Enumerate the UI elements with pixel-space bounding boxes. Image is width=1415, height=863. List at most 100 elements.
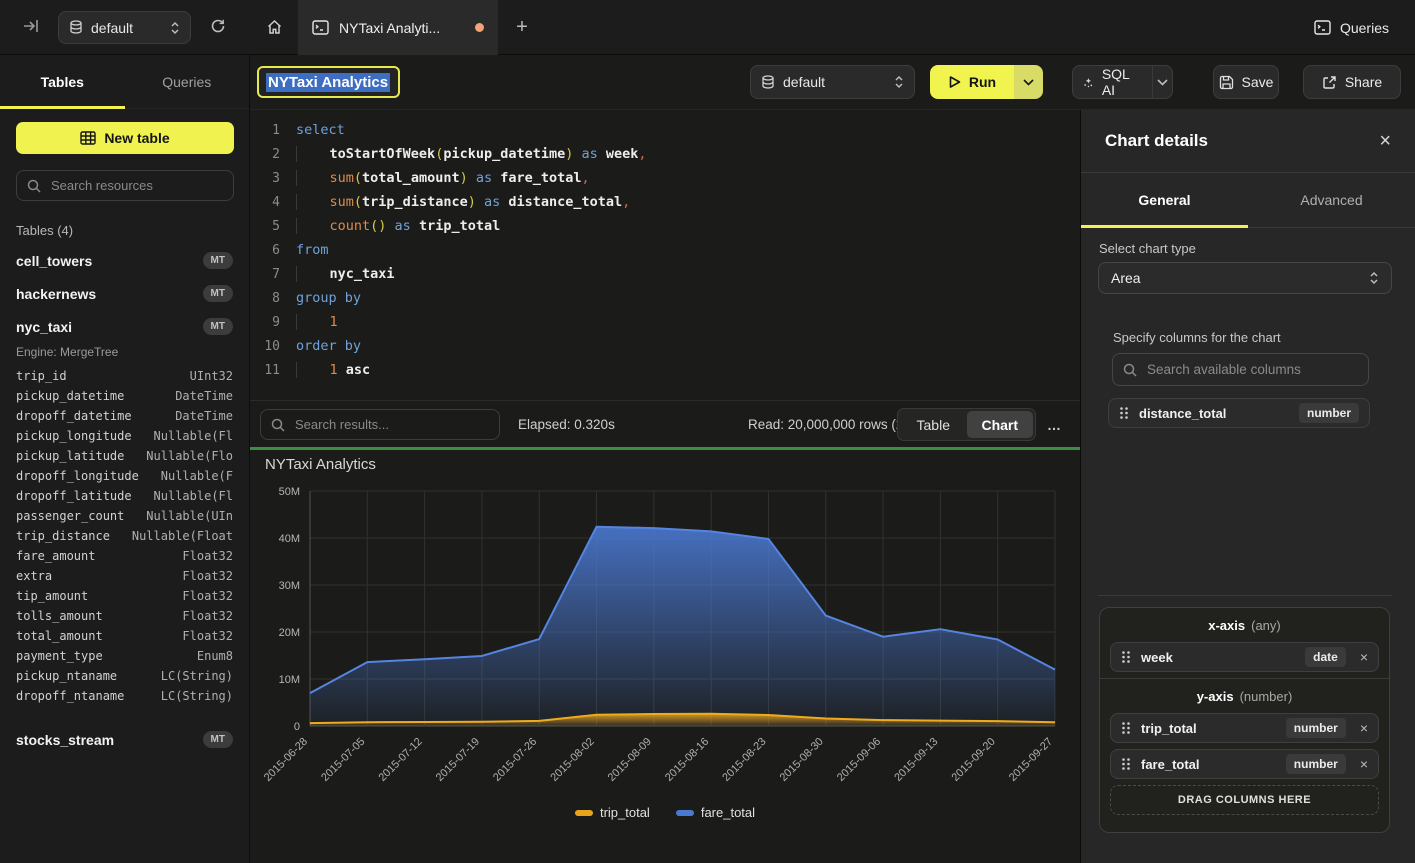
sql-ai-caret[interactable]: [1152, 66, 1173, 98]
query-title-input[interactable]: NYTaxi Analytics: [257, 66, 400, 98]
code-text: select: [296, 122, 345, 138]
line-number: 2: [250, 147, 296, 162]
table-item-cell_towers[interactable]: cell_towersMT: [16, 244, 233, 277]
chevron-down-icon: [1023, 79, 1034, 86]
column-type: DateTime: [175, 389, 233, 409]
table-item-hackernews[interactable]: hackernewsMT: [16, 277, 233, 310]
sidebar-search-input[interactable]: [49, 177, 223, 194]
chip-column-name: distance_total: [1139, 406, 1289, 421]
drop-zone[interactable]: DRAG COLUMNS HERE: [1110, 785, 1379, 815]
remove-column-icon[interactable]: ×: [1356, 649, 1368, 665]
tab-advanced[interactable]: Advanced: [1248, 173, 1415, 227]
save-button[interactable]: Save: [1213, 65, 1279, 99]
columns-search-input[interactable]: [1145, 361, 1358, 378]
tab-home[interactable]: [250, 0, 298, 55]
remove-column-icon[interactable]: ×: [1356, 720, 1368, 736]
results-search-input[interactable]: [293, 416, 489, 433]
table-name: hackernews: [16, 286, 96, 302]
database-selector-query[interactable]: default: [750, 65, 915, 99]
remove-column-icon[interactable]: ×: [1356, 756, 1368, 772]
share-button[interactable]: Share: [1303, 65, 1401, 99]
chip-column-name: trip_total: [1141, 721, 1276, 736]
column-type: Float32: [182, 609, 233, 629]
table-name: stocks_stream: [16, 732, 114, 748]
x-tick-label: 2015-09-06: [835, 736, 883, 784]
x-tick-label: 2015-08-16: [663, 736, 711, 784]
run-options-caret[interactable]: [1014, 65, 1043, 99]
chip-type-badge: number: [1299, 403, 1359, 423]
search-icon: [271, 418, 285, 432]
drag-handle-icon[interactable]: [1121, 721, 1131, 735]
new-tab-button[interactable]: +: [498, 0, 546, 55]
column-chip-fare_total[interactable]: fare_totalnumber×: [1110, 749, 1379, 779]
engine-label: Engine: MergeTree: [16, 345, 233, 359]
table-icon: [80, 131, 96, 145]
new-table-button[interactable]: New table: [16, 122, 234, 154]
sql-ai-label: SQL AI: [1102, 66, 1134, 98]
refresh-icon[interactable]: [209, 17, 227, 35]
code-text: order by: [296, 338, 361, 354]
column-chip-trip_total[interactable]: trip_totalnumber×: [1110, 713, 1379, 743]
chevron-down-icon: [1157, 79, 1168, 86]
close-icon[interactable]: ×: [1379, 131, 1391, 151]
table-item-stocks_stream[interactable]: stocks_streamMT: [16, 723, 233, 756]
line-number: 5: [250, 219, 296, 234]
sidebar-tab-queries[interactable]: Queries: [125, 55, 250, 108]
chart-type-label: Select chart type: [1099, 241, 1196, 256]
column-type: Float32: [182, 569, 233, 589]
legend-swatch: [575, 810, 593, 816]
column-type: Nullable(Fl: [154, 429, 233, 449]
legend-item-fare_total[interactable]: fare_total: [676, 805, 755, 820]
database-selector-top[interactable]: default: [58, 11, 191, 44]
column-type: Enum8: [197, 649, 233, 669]
column-chip-week[interactable]: weekdate×: [1110, 642, 1379, 672]
code-line-5: 5 count() as trip_total: [250, 214, 1080, 238]
database-selector-value: default: [783, 74, 886, 90]
collapse-sidebar-icon[interactable]: [22, 17, 40, 35]
drag-handle-icon[interactable]: [1119, 406, 1129, 420]
line-number: 6: [250, 243, 296, 258]
x-tick-label: 2015-07-26: [491, 736, 539, 784]
tab-title: NYTaxi Analyti...: [339, 20, 440, 36]
x-tick-label: 2015-07-12: [376, 736, 424, 784]
line-number: 1: [250, 123, 296, 138]
table-item-nyc_taxi[interactable]: nyc_taxiMT: [16, 310, 233, 343]
column-name: pickup_latitude: [16, 449, 124, 469]
engine-badge: MT: [203, 252, 233, 269]
drag-handle-icon[interactable]: [1121, 650, 1131, 664]
more-options-icon[interactable]: …: [1047, 401, 1062, 448]
column-type: Nullable(Flo: [146, 449, 233, 469]
sql-ai-button[interactable]: SQL AI: [1073, 66, 1144, 98]
tab-nytaxi-analytics[interactable]: NYTaxi Analyti...: [298, 0, 498, 55]
chart-type-select[interactable]: Area: [1098, 262, 1392, 294]
queries-button[interactable]: Queries: [1314, 0, 1389, 55]
x-tick-label: 2015-07-19: [434, 736, 482, 784]
line-number: 7: [250, 267, 296, 282]
column-row-pickup_ntaname: pickup_ntanameLC(String): [16, 669, 233, 689]
tab-general[interactable]: General: [1081, 173, 1248, 227]
run-button[interactable]: Run: [930, 65, 1014, 99]
chart-view-button[interactable]: Chart: [967, 411, 1034, 438]
sidebar-tab-tables[interactable]: Tables: [0, 55, 125, 108]
drag-handle-icon[interactable]: [1121, 757, 1131, 771]
fare_total-area: [310, 527, 1055, 726]
column-row-passenger_count: passenger_countNullable(UIn: [16, 509, 233, 529]
search-icon: [1123, 363, 1137, 377]
column-type: Nullable(Fl: [154, 489, 233, 509]
sql-editor[interactable]: 1select2 toStartOfWeek(pickup_datetime) …: [250, 110, 1080, 400]
column-type: Float32: [182, 629, 233, 649]
columns-search: [1112, 353, 1369, 386]
new-table-label: New table: [104, 130, 169, 146]
chart-legend: trip_total fare_total: [250, 805, 1080, 820]
column-chip-distance_total[interactable]: distance_total number: [1108, 398, 1370, 428]
column-row-fare_amount: fare_amountFloat32: [16, 549, 233, 569]
column-row-extra: extraFloat32: [16, 569, 233, 589]
column-name: trip_distance: [16, 529, 110, 549]
column-type: LC(String): [161, 669, 233, 689]
table-view-button[interactable]: Table: [900, 411, 967, 438]
column-type: Nullable(F: [161, 469, 233, 489]
column-name: trip_id: [16, 369, 67, 389]
chip-type-badge: number: [1286, 754, 1346, 774]
column-name: payment_type: [16, 649, 103, 669]
legend-item-trip_total[interactable]: trip_total: [575, 805, 650, 820]
